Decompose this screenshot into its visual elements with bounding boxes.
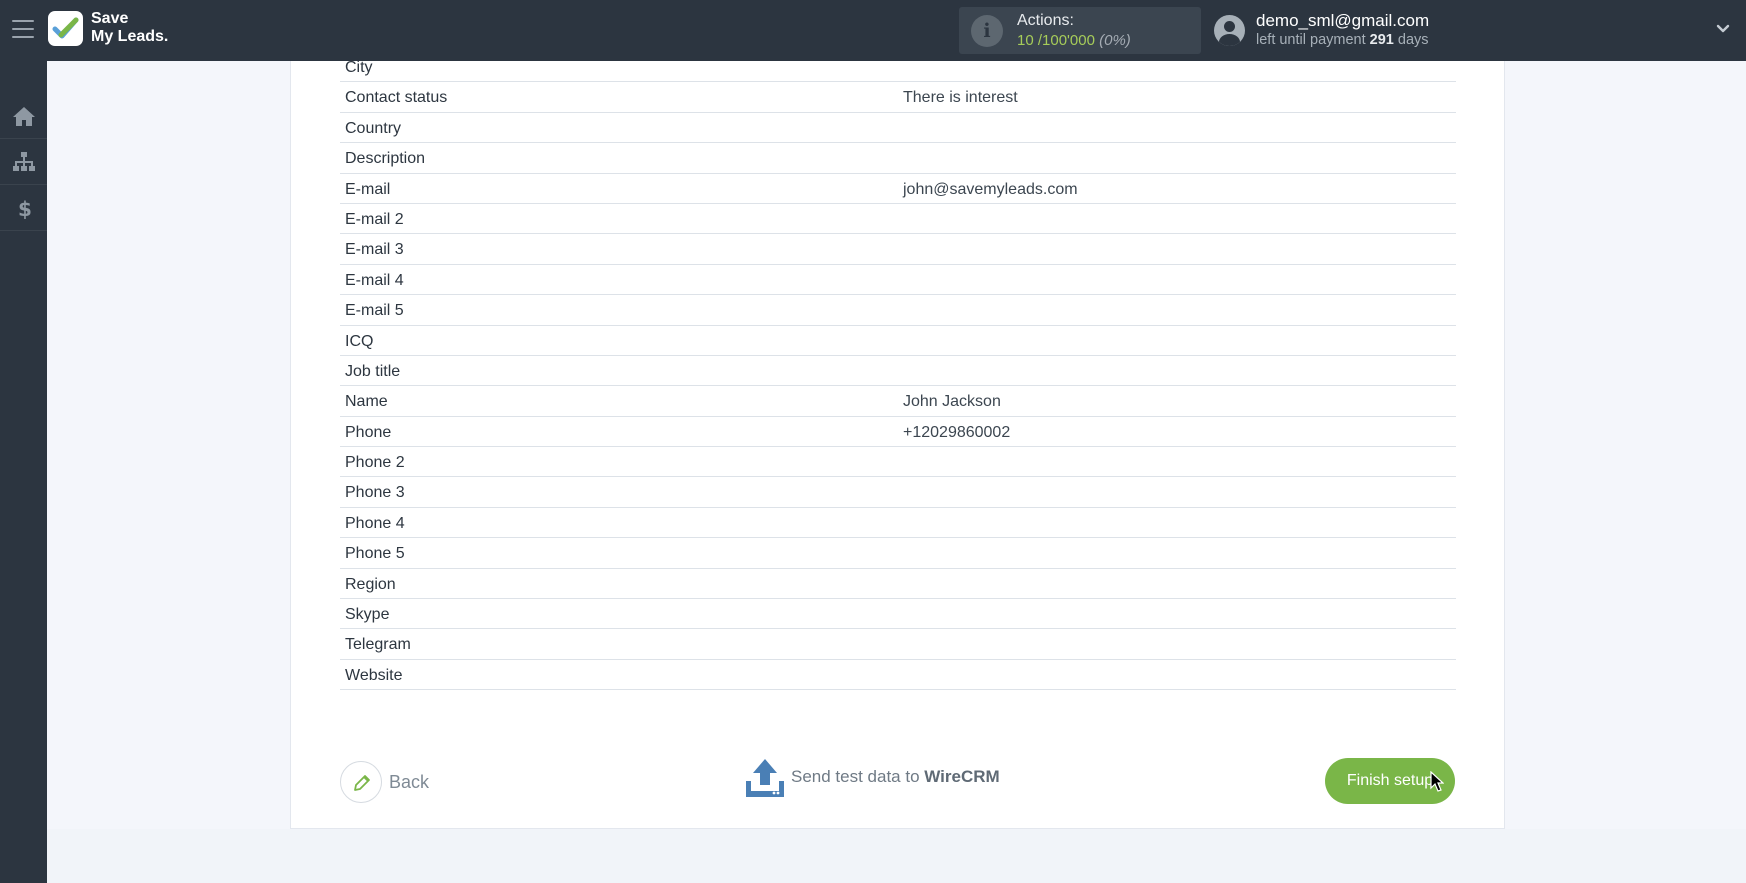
send-test-label: Send test data to WireCRM (791, 767, 1000, 787)
sitemap-icon (13, 152, 35, 171)
dollar-icon: $ (18, 197, 32, 219)
field-value: John Jackson (903, 393, 1001, 411)
logo-line-1: Save (91, 10, 129, 27)
table-row: E-mail 5 (340, 295, 1456, 326)
mouse-cursor-icon (1430, 771, 1444, 792)
field-label: Phone 3 (345, 484, 405, 502)
field-label: Country (345, 119, 402, 137)
actions-used: 10 (1017, 32, 1034, 49)
settings-card: City Contact status There is interest Count… (290, 61, 1505, 829)
table-row: Phone 3 (340, 477, 1456, 508)
send-test-data-button[interactable]: Send test data to WireCRM (745, 757, 1045, 802)
user-avatar-icon[interactable] (1214, 15, 1245, 46)
field-label: E-mail 3 (345, 241, 404, 259)
table-row: E-mail 2 (340, 204, 1456, 235)
table-row: E-mail 3 (340, 234, 1456, 265)
actions-counter: i Actions: 10 /100'000 (0%) (959, 7, 1201, 54)
field-label: E-mail 4 (345, 271, 404, 289)
home-icon (13, 107, 35, 126)
top-bar: Save My Leads. i Actions: 10 /100'000 (0… (0, 0, 1746, 61)
payment-info: left until payment 291 days (1256, 32, 1429, 48)
field-mapping-table: City Contact status There is interest Count… (340, 61, 1456, 691)
table-row: Country (340, 113, 1456, 144)
send-prefix: Send test data to (791, 767, 925, 786)
upload-icon (746, 759, 784, 797)
page-footer-area (47, 829, 1746, 883)
actions-count: 10 /100'000 (0%) (1017, 32, 1131, 49)
logo-icon (48, 11, 83, 46)
field-label: Description (345, 150, 426, 168)
field-label: Skype (345, 606, 390, 624)
table-row: Telegram (340, 629, 1456, 660)
field-label: Phone 4 (345, 514, 405, 532)
back-label: Back (389, 772, 430, 792)
table-row: City (340, 61, 1456, 83)
table-row: E-mail john@savemyleads.com (340, 174, 1456, 204)
sidebar: $ (0, 61, 47, 883)
table-row: Phone +12029860002 (340, 417, 1456, 448)
logo-text[interactable]: Save My Leads. (91, 10, 168, 46)
field-label: Region (345, 575, 396, 593)
actions-separator: / (1033, 32, 1043, 49)
chevron-down-icon[interactable] (1716, 22, 1730, 36)
actions-percent: (0%) (1099, 32, 1131, 49)
sidebar-item-billing[interactable]: $ (0, 185, 47, 231)
table-row: Phone 4 (340, 508, 1456, 539)
payment-prefix: left until payment (1256, 32, 1370, 48)
table-row: ICQ (340, 326, 1456, 356)
field-label: Job title (345, 362, 401, 380)
back-circle (340, 761, 382, 803)
field-label: E-mail (345, 180, 391, 198)
logo-line-2: My Leads. (91, 28, 169, 45)
table-row: Job title (340, 356, 1456, 387)
field-label: Telegram (345, 636, 411, 654)
table-row: Skype (340, 599, 1456, 630)
table-row: Region (340, 569, 1456, 600)
field-value: john@savemyleads.com (903, 180, 1078, 198)
pencil-icon (354, 775, 370, 791)
field-label: Phone 5 (345, 545, 405, 563)
field-label: Phone 2 (345, 454, 405, 472)
table-row: Phone 2 (340, 447, 1456, 478)
field-label: City (345, 61, 373, 76)
field-label: Website (345, 666, 403, 684)
field-label: E-mail 5 (345, 302, 404, 320)
field-label: Phone (345, 423, 392, 441)
table-row: Description (340, 143, 1456, 174)
back-button[interactable]: Back (340, 761, 450, 805)
payment-days: 291 (1369, 32, 1394, 48)
field-label: ICQ (345, 332, 374, 350)
table-row: Website (340, 660, 1456, 691)
field-value: There is interest (903, 89, 1018, 107)
field-label: Name (345, 393, 388, 411)
send-target: WireCRM (924, 767, 1000, 786)
sidebar-item-home[interactable] (0, 93, 47, 139)
table-row: Phone 5 (340, 538, 1456, 569)
info-icon: i (971, 15, 1003, 47)
field-label: E-mail 2 (345, 210, 404, 228)
table-row: Name John Jackson (340, 386, 1456, 417)
user-email[interactable]: demo_sml@gmail.com (1256, 11, 1429, 31)
svg-text:$: $ (18, 197, 32, 219)
field-value: +12029860002 (903, 423, 1011, 441)
payment-suffix: days (1393, 32, 1429, 48)
menu-icon[interactable] (12, 20, 34, 40)
sidebar-item-connections[interactable] (0, 139, 47, 185)
actions-limit: 100'000 (1042, 32, 1095, 49)
field-label: Contact status (345, 89, 448, 107)
table-row: E-mail 4 (340, 265, 1456, 296)
table-row: Contact status There is interest (340, 82, 1456, 113)
actions-label: Actions: (1017, 12, 1074, 29)
